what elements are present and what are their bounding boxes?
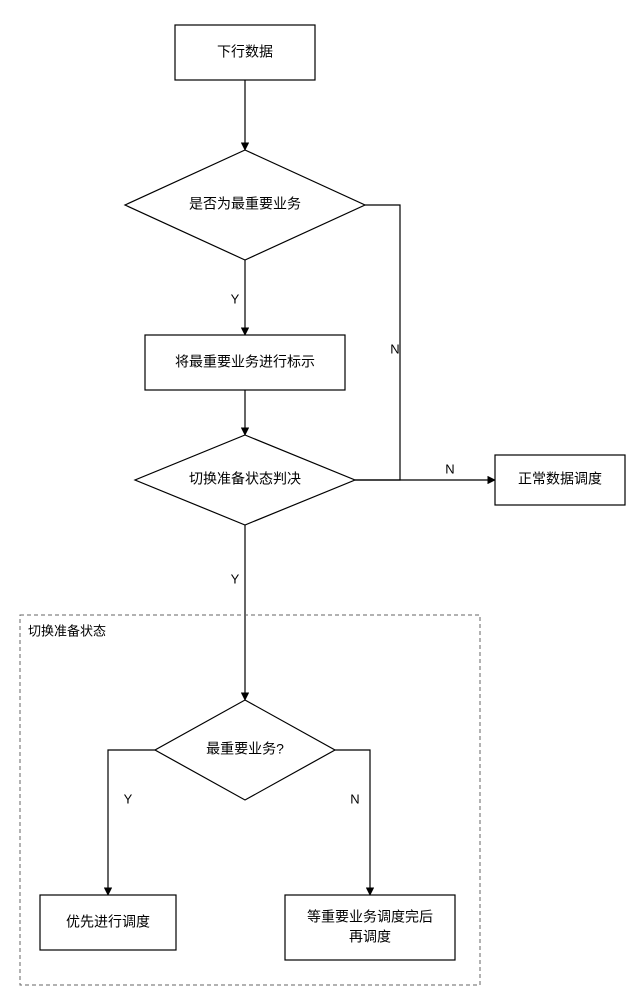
node-start-label: 下行数据 — [217, 44, 273, 60]
label-d2-no: N — [445, 461, 454, 476]
node-wait-label1: 等重要业务调度完后 — [307, 909, 433, 925]
group-switch-prepare-label: 切换准备状态 — [28, 623, 106, 638]
label-d3-no: N — [350, 791, 359, 806]
node-mark-label: 将最重要业务进行标示 — [175, 354, 315, 370]
label-d2-yes: Y — [231, 571, 240, 586]
node-decision3-label: 最重要业务? — [206, 741, 284, 757]
label-d1-no: N — [390, 341, 399, 356]
node-wait-label2: 再调度 — [349, 929, 391, 945]
edge-d3-priority — [108, 750, 155, 895]
node-decision2-label: 切换准备状态判决 — [189, 471, 301, 487]
node-priority-label: 优先进行调度 — [66, 914, 150, 930]
node-decision1-label: 是否为最重要业务 — [189, 196, 301, 212]
edge-d3-wait — [335, 750, 370, 895]
label-d3-yes: Y — [124, 791, 133, 806]
node-wait — [285, 895, 455, 960]
node-normal-label: 正常数据调度 — [518, 471, 602, 487]
flowchart-canvas: 下行数据 是否为最重要业务 Y 将最重要业务进行标示 N 切换准备状态判决 N … — [0, 0, 635, 1000]
label-d1-yes: Y — [231, 291, 240, 306]
